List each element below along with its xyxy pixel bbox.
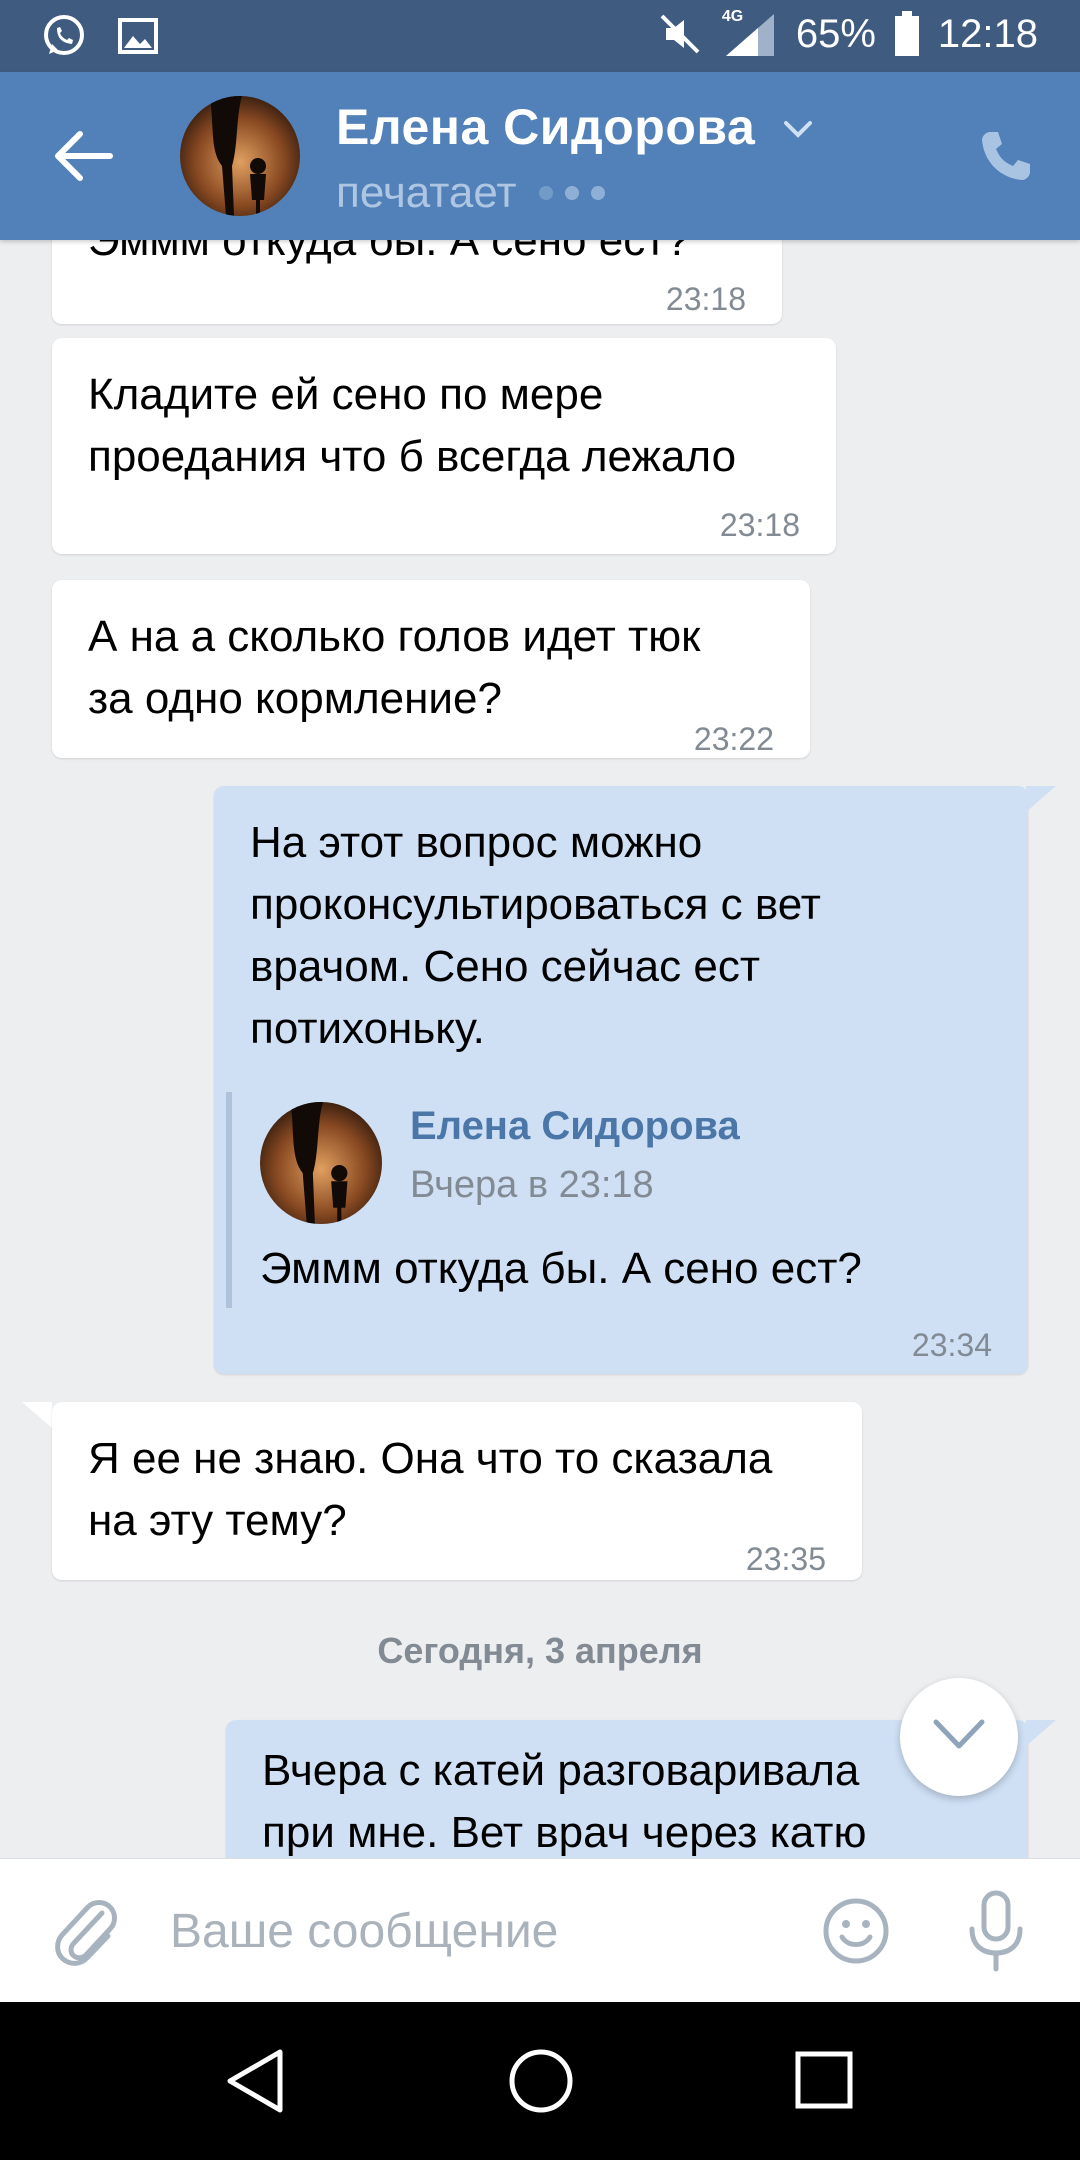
system-navigation-bar — [0, 2002, 1080, 2160]
typing-label: печатает — [336, 168, 517, 217]
message-time: 23:34 — [911, 1327, 992, 1363]
nav-back-icon[interactable] — [224, 2046, 286, 2116]
contact-name[interactable]: Елена Сидорова — [336, 98, 755, 156]
message-text: Эммм откуда бы. А сено ест? — [88, 240, 690, 265]
message-text: Я ее не знаю. Она что то сказала на эту … — [88, 1434, 773, 1545]
chevron-down-icon[interactable] — [782, 118, 814, 142]
message-time: 23:18 — [719, 507, 800, 543]
back-arrow-icon[interactable] — [52, 130, 116, 182]
quote-avatar — [260, 1102, 382, 1224]
nav-home-icon[interactable] — [508, 2048, 574, 2114]
battery-percent: 65% — [795, 11, 876, 56]
typing-status: печатает — [336, 168, 605, 218]
quote-date: Вчера в 23:18 — [410, 1164, 654, 1206]
message-list[interactable]: Эммм откуда бы. А сено ест? 23:18 Кладит… — [0, 240, 1080, 1858]
emoji-icon[interactable] — [822, 1897, 890, 1965]
status-bar: 4G 65% 12:18 — [0, 0, 1080, 72]
attach-icon[interactable] — [52, 1895, 120, 1967]
message-text: На этот вопрос можно проконсультироватьс… — [250, 818, 821, 1053]
mute-icon — [660, 14, 700, 54]
quote-text: Эммм откуда бы. А сено ест? — [260, 1244, 862, 1293]
message-text: А на а сколько голов идет тюк за одно ко… — [88, 612, 701, 723]
quote-author: Елена Сидорова — [410, 1104, 740, 1148]
scroll-down-button[interactable] — [900, 1678, 1018, 1796]
signal-icon: 4G — [721, 8, 778, 58]
message-input[interactable] — [170, 1889, 770, 1973]
battery-icon — [894, 11, 919, 56]
message-incoming[interactable]: Кладите ей сено по мере проедания что б … — [52, 338, 836, 554]
gallery-icon — [118, 18, 158, 54]
message-time: 23:18 — [665, 281, 746, 317]
typing-dots-icon — [538, 186, 605, 200]
message-incoming[interactable]: Эммм откуда бы. А сено ест? 23:18 — [52, 240, 782, 324]
bubble-tail — [22, 1402, 52, 1428]
message-text: Кладите ей сено по мере проедания что б … — [88, 370, 737, 481]
whatsapp-icon — [44, 15, 84, 55]
message-incoming[interactable]: Я ее не знаю. Она что то сказала на эту … — [52, 1402, 862, 1580]
mic-icon[interactable] — [966, 1889, 1026, 1973]
message-composer — [0, 1858, 1080, 2002]
bubble-tail — [1026, 1720, 1056, 1746]
avatar[interactable] — [180, 96, 300, 216]
message-time: 23:35 — [745, 1541, 826, 1577]
chat-header: Елена Сидорова печатает — [0, 72, 1080, 240]
message-text: Вчера с катей разговаривала при мне. Вет… — [262, 1746, 867, 1857]
network-type: 4G — [721, 8, 744, 25]
nav-recents-icon[interactable] — [794, 2050, 854, 2110]
chevron-down-icon — [933, 1719, 985, 1749]
message-incoming[interactable]: А на а сколько голов идет тюк за одно ко… — [52, 580, 810, 758]
forwarded-message[interactable]: Елена Сидорова Вчера в 23:18 Эммм откуда… — [226, 1092, 1006, 1308]
phone-icon[interactable] — [976, 126, 1036, 186]
date-separator: Сегодня, 3 апреля — [377, 1630, 703, 1671]
message-time: 23:22 — [693, 721, 774, 757]
clock: 12:18 — [937, 11, 1038, 56]
bubble-tail — [1026, 786, 1056, 812]
